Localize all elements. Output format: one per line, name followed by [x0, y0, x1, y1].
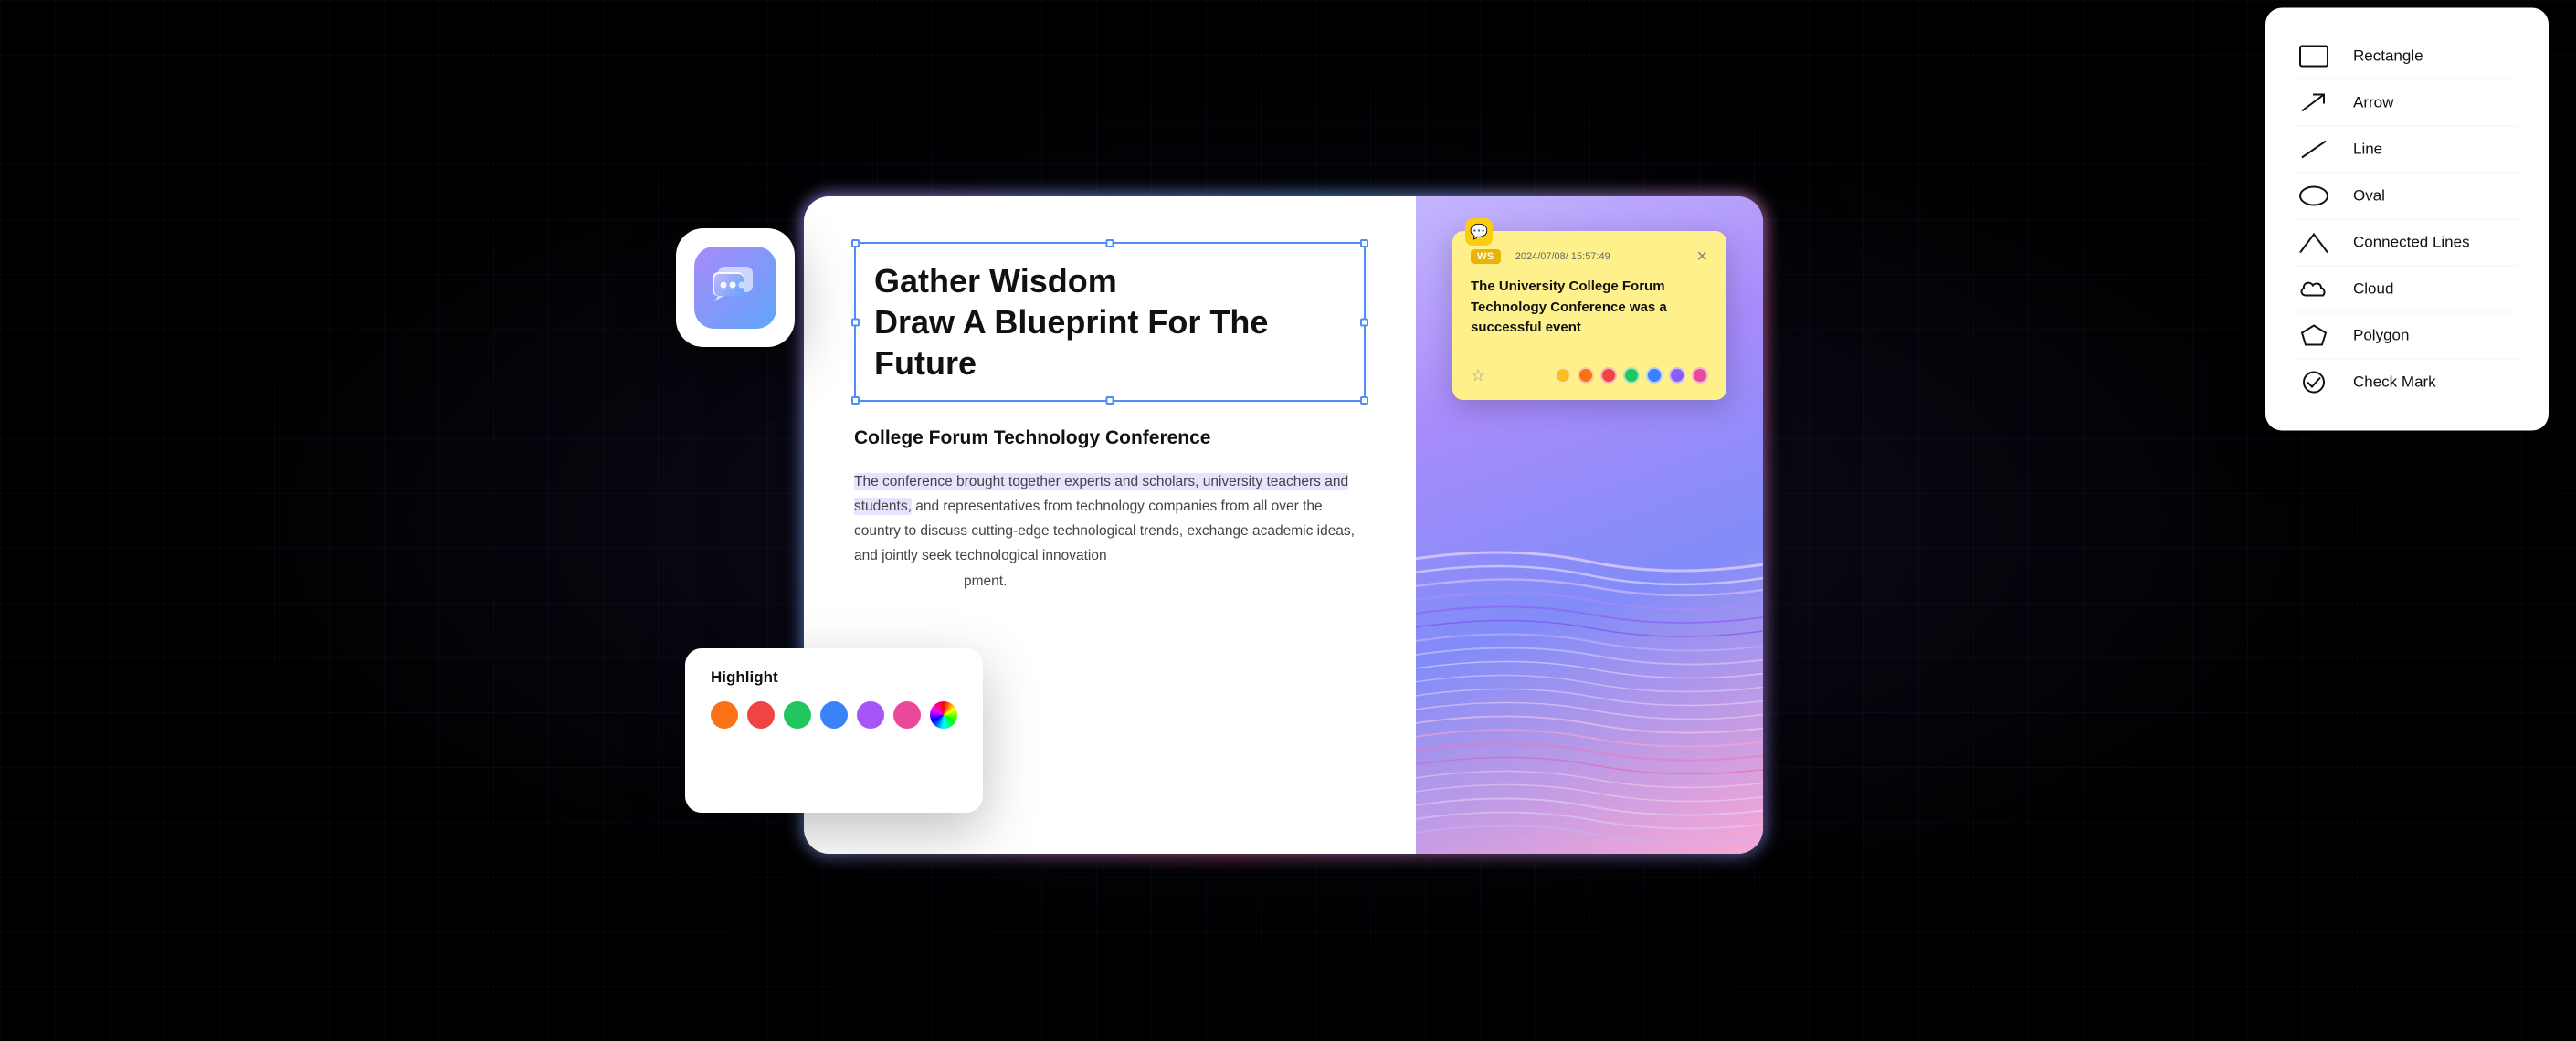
note-dot-blue[interactable] — [1646, 367, 1663, 384]
rectangle-label: Rectangle — [2353, 47, 2423, 66]
handle-tl[interactable] — [851, 239, 860, 247]
cloud-icon — [2295, 278, 2333, 301]
note-tag: WS — [1471, 249, 1501, 264]
note-color-dots — [1555, 367, 1708, 384]
app-icon-card — [676, 228, 795, 347]
highlight-colors — [711, 701, 957, 729]
line-label: Line — [2353, 141, 2382, 159]
title-selection-box: Gather WisdomDraw A Blueprint For TheFut… — [854, 242, 1366, 402]
oval-label: Oval — [2353, 187, 2385, 205]
section-title: College Forum Technology Conference — [854, 427, 1366, 449]
note-close-button[interactable]: ✕ — [1696, 247, 1708, 266]
note-text: The University College Forum Technology … — [1471, 277, 1708, 339]
note-footer: ☆ — [1471, 366, 1708, 385]
handle-br[interactable] — [1360, 396, 1368, 405]
body-text: The conference brought together experts … — [854, 469, 1366, 594]
shape-item-check-mark[interactable]: Check Mark — [2295, 360, 2519, 405]
color-rainbow[interactable] — [930, 701, 957, 729]
check-mark-icon — [2295, 371, 2333, 394]
color-red[interactable] — [747, 701, 775, 729]
color-blue[interactable] — [820, 701, 848, 729]
connected-lines-label: Connected Lines — [2353, 234, 2470, 252]
color-orange[interactable] — [711, 701, 738, 729]
arrow-icon — [2295, 91, 2333, 115]
handle-bm[interactable] — [1106, 396, 1114, 405]
image-card-area: 💬 WS 2024/07/08/ 15:57:49 ✕ The Universi… — [1416, 196, 1763, 854]
shape-item-polygon[interactable]: Polygon — [2295, 313, 2519, 360]
note-dot-orange[interactable] — [1578, 367, 1594, 384]
connected-lines-icon — [2295, 231, 2333, 255]
color-pink[interactable] — [893, 701, 921, 729]
shape-item-connected-lines[interactable]: Connected Lines — [2295, 220, 2519, 267]
note-timestamp: 2024/07/08/ 15:57:49 — [1515, 251, 1610, 262]
color-purple[interactable] — [857, 701, 884, 729]
main-title: Gather WisdomDraw A Blueprint For TheFut… — [874, 260, 1346, 384]
handle-ml[interactable] — [851, 318, 860, 326]
note-star-icon[interactable]: ☆ — [1471, 366, 1485, 385]
rectangle-icon — [2295, 45, 2333, 68]
shape-item-line[interactable]: Line — [2295, 127, 2519, 174]
note-dot-pink[interactable] — [1692, 367, 1708, 384]
polygon-label: Polygon — [2353, 327, 2409, 345]
note-meta: WS 2024/07/08/ 15:57:49 — [1471, 249, 1610, 264]
note-dot-green[interactable] — [1623, 367, 1640, 384]
handle-tm[interactable] — [1106, 239, 1114, 247]
cloud-label: Cloud — [2353, 280, 2393, 299]
note-dot-yellow[interactable] — [1555, 367, 1571, 384]
line-icon — [2295, 138, 2333, 162]
highlight-title: Highlight — [711, 668, 957, 687]
note-icon: 💬 — [1465, 218, 1493, 246]
handle-mr[interactable] — [1360, 318, 1368, 326]
shape-item-cloud[interactable]: Cloud — [2295, 267, 2519, 313]
color-green[interactable] — [784, 701, 811, 729]
handle-bl[interactable] — [851, 396, 860, 405]
app-icon — [694, 247, 776, 329]
note-card: 💬 WS 2024/07/08/ 15:57:49 ✕ The Universi… — [1452, 231, 1726, 400]
check-mark-label: Check Mark — [2353, 373, 2436, 392]
shape-item-oval[interactable]: Oval — [2295, 174, 2519, 220]
arrow-label: Arrow — [2353, 94, 2393, 112]
note-dot-red[interactable] — [1600, 367, 1617, 384]
polygon-icon — [2295, 324, 2333, 348]
scene: Highlight — [192, 110, 2384, 931]
highlighted-text: The conference brought together experts … — [854, 473, 1348, 515]
shapes-panel: Rectangle Arrow Line — [2265, 8, 2549, 431]
note-header: WS 2024/07/08/ 15:57:49 ✕ — [1471, 247, 1708, 266]
oval-icon — [2295, 184, 2333, 208]
shape-item-arrow[interactable]: Arrow — [2295, 80, 2519, 127]
handle-tr[interactable] — [1360, 239, 1368, 247]
highlight-panel: Highlight — [685, 648, 983, 813]
note-dot-purple[interactable] — [1669, 367, 1685, 384]
shape-item-rectangle[interactable]: Rectangle — [2295, 34, 2519, 80]
